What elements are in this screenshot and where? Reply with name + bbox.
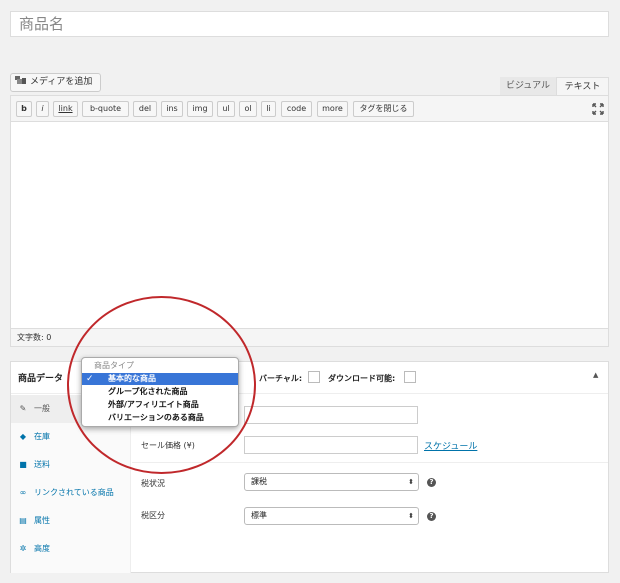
qt-code-button[interactable]: code — [281, 101, 312, 117]
qt-ul-button[interactable]: ul — [217, 101, 235, 117]
downloadable-checkbox[interactable] — [404, 371, 416, 383]
fullscreen-icon[interactable] — [591, 102, 605, 116]
collapse-arrow-icon[interactable]: ▲ — [593, 371, 598, 379]
link-icon: ∞ — [19, 488, 27, 497]
add-media-button[interactable]: メディアを追加 — [10, 73, 101, 92]
help-icon[interactable]: ? — [427, 512, 436, 521]
content-editor-area[interactable] — [10, 121, 609, 329]
tab-linked-products-label: リンクされている商品 — [34, 488, 114, 497]
word-count: 文字数: 0 — [17, 333, 52, 342]
product-data-title: 商品データ — [18, 374, 64, 384]
tag-icon: ◆ — [19, 432, 27, 441]
qt-italic-button[interactable]: i — [36, 101, 49, 117]
tax-status-select[interactable]: 課税 ⬍ — [244, 473, 419, 491]
downloadable-label: ダウンロード可能: — [328, 374, 396, 383]
qt-more-button[interactable]: more — [317, 101, 348, 117]
tax-class-value: 標準 — [251, 511, 267, 520]
select-arrows-icon: ⬍ — [408, 512, 414, 520]
title-placeholder: 商品名 — [19, 15, 65, 33]
qt-close-tags-button[interactable]: タグを閉じる — [353, 101, 414, 117]
qt-img-button[interactable]: img — [187, 101, 213, 117]
wrench-icon: ✎ — [19, 404, 27, 413]
qt-bquote-button[interactable]: b-quote — [82, 101, 129, 117]
highlight-circle — [67, 296, 256, 474]
tab-shipping-label: 送料 — [34, 460, 50, 469]
tab-attributes-label: 属性 — [34, 516, 50, 525]
tab-advanced[interactable]: ✲ 高度 — [11, 535, 131, 563]
qt-bold-button[interactable]: b — [16, 101, 32, 117]
qt-del-button[interactable]: del — [133, 101, 157, 117]
tax-status-value: 課税 — [251, 477, 267, 486]
qt-ol-button[interactable]: ol — [239, 101, 257, 117]
tab-text[interactable]: テキスト — [556, 77, 609, 95]
qt-link-button[interactable]: link — [53, 101, 78, 117]
virtual-checkbox[interactable] — [308, 371, 320, 383]
tab-inventory-label: 在庫 — [34, 432, 50, 441]
truck-icon: ■ — [19, 460, 27, 469]
tab-advanced-label: 高度 — [34, 544, 50, 553]
tax-class-label: 税区分 — [141, 511, 165, 520]
qt-li-button[interactable]: li — [261, 101, 276, 117]
list-icon: ▤ — [19, 516, 27, 525]
tab-attributes[interactable]: ▤ 属性 — [11, 507, 131, 535]
product-title-input[interactable]: 商品名 — [10, 11, 609, 37]
add-media-label: メディアを追加 — [30, 77, 93, 87]
tab-visual[interactable]: ビジュアル — [500, 77, 556, 95]
select-arrows-icon: ⬍ — [408, 478, 414, 486]
help-icon[interactable]: ? — [427, 478, 436, 487]
regular-price-input[interactable] — [244, 406, 418, 424]
virtual-label: バーチャル: — [259, 374, 303, 383]
gear-icon: ✲ — [19, 544, 27, 553]
tab-general-label: 一般 — [34, 404, 50, 413]
sale-price-input[interactable] — [244, 436, 418, 454]
quicktags-toolbar: b i link b-quote del ins img ul ol li co… — [10, 95, 609, 121]
schedule-link[interactable]: スケジュール — [424, 439, 477, 452]
tab-linked-products[interactable]: ∞ リンクされている商品 — [11, 479, 131, 507]
tax-class-select[interactable]: 標準 ⬍ — [244, 507, 419, 525]
media-icon — [15, 75, 27, 85]
qt-ins-button[interactable]: ins — [161, 101, 183, 117]
tax-status-label: 税状況 — [141, 479, 165, 488]
